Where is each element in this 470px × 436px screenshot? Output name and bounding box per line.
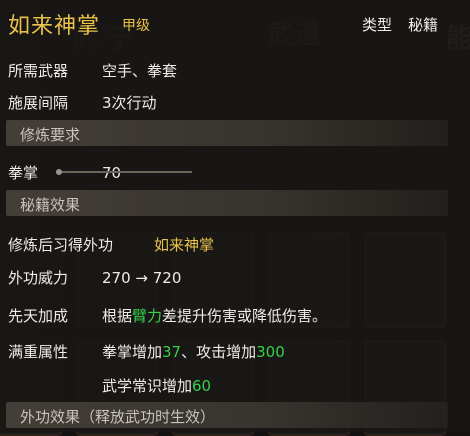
type-value: 秘籍 bbox=[408, 16, 439, 34]
interval-value: 3次行动 bbox=[102, 94, 157, 112]
power-row: 外功威力 270 → 720 bbox=[8, 267, 181, 288]
skill-grade: 甲级 bbox=[122, 18, 150, 34]
full-line1-a: 拳掌增加 bbox=[102, 343, 163, 361]
power-value: 270 → 720 bbox=[102, 269, 182, 287]
skill-name: 如来神掌 bbox=[8, 14, 101, 39]
effects-header: 秘籍效果 bbox=[6, 190, 448, 216]
innate-prefix: 根据 bbox=[102, 307, 133, 325]
title-bar: 如来神掌 甲级 类型 秘籍 bbox=[0, 0, 470, 46]
interval-row: 施展间隔 3次行动 bbox=[8, 92, 157, 113]
full-line1-b-value: 300 bbox=[256, 343, 285, 361]
requirements-header: 修炼要求 bbox=[6, 120, 448, 146]
power-label: 外功威力 bbox=[8, 269, 69, 287]
interval-label: 施展间隔 bbox=[8, 94, 69, 112]
full-line2-a-value: 60 bbox=[192, 377, 212, 395]
innate-attribute: 臂力 bbox=[132, 307, 163, 325]
innate-suffix: 差提升伤害或降低伤害。 bbox=[162, 307, 328, 325]
full-label: 满重属性 bbox=[8, 343, 69, 361]
full-line1-sep: 、攻击增加 bbox=[181, 343, 257, 361]
full-line1-a-value: 37 bbox=[162, 343, 182, 361]
full-line2-a: 武学常识增加 bbox=[102, 377, 193, 395]
full-row: 满重属性 拳掌增加37、攻击增加300 bbox=[8, 341, 285, 362]
requirement-divider bbox=[56, 169, 192, 175]
type-label: 类型 bbox=[362, 16, 393, 34]
requirement-value: 70 bbox=[102, 164, 122, 182]
learn-row: 修炼后习得外功 如来神掌 bbox=[8, 234, 214, 255]
learn-value: 如来神掌 bbox=[154, 236, 215, 254]
effects-header-text: 秘籍效果 bbox=[20, 196, 81, 214]
external-header-text: 外功效果（释放武功时生效） bbox=[20, 408, 216, 426]
weapon-value: 空手、拳套 bbox=[102, 62, 178, 80]
external-header: 外功效果（释放武功时生效） bbox=[6, 402, 448, 428]
requirements-header-text: 修炼要求 bbox=[20, 126, 81, 144]
weapon-label: 所需武器 bbox=[8, 62, 69, 80]
innate-label: 先天加成 bbox=[8, 307, 69, 325]
skill-tooltip-panel: 如来神掌 甲级 类型 秘籍 所需武器 空手、拳套 施展间隔 3次行动 修炼要求 拳掌… bbox=[0, 0, 470, 432]
innate-row: 先天加成 根据臂力差提升伤害或降低伤害。 bbox=[8, 305, 327, 326]
weapon-row: 所需武器 空手、拳套 bbox=[8, 60, 177, 81]
learn-label: 修炼后习得外功 bbox=[8, 236, 114, 254]
full-row-2: 武学常识增加60 bbox=[102, 375, 211, 396]
